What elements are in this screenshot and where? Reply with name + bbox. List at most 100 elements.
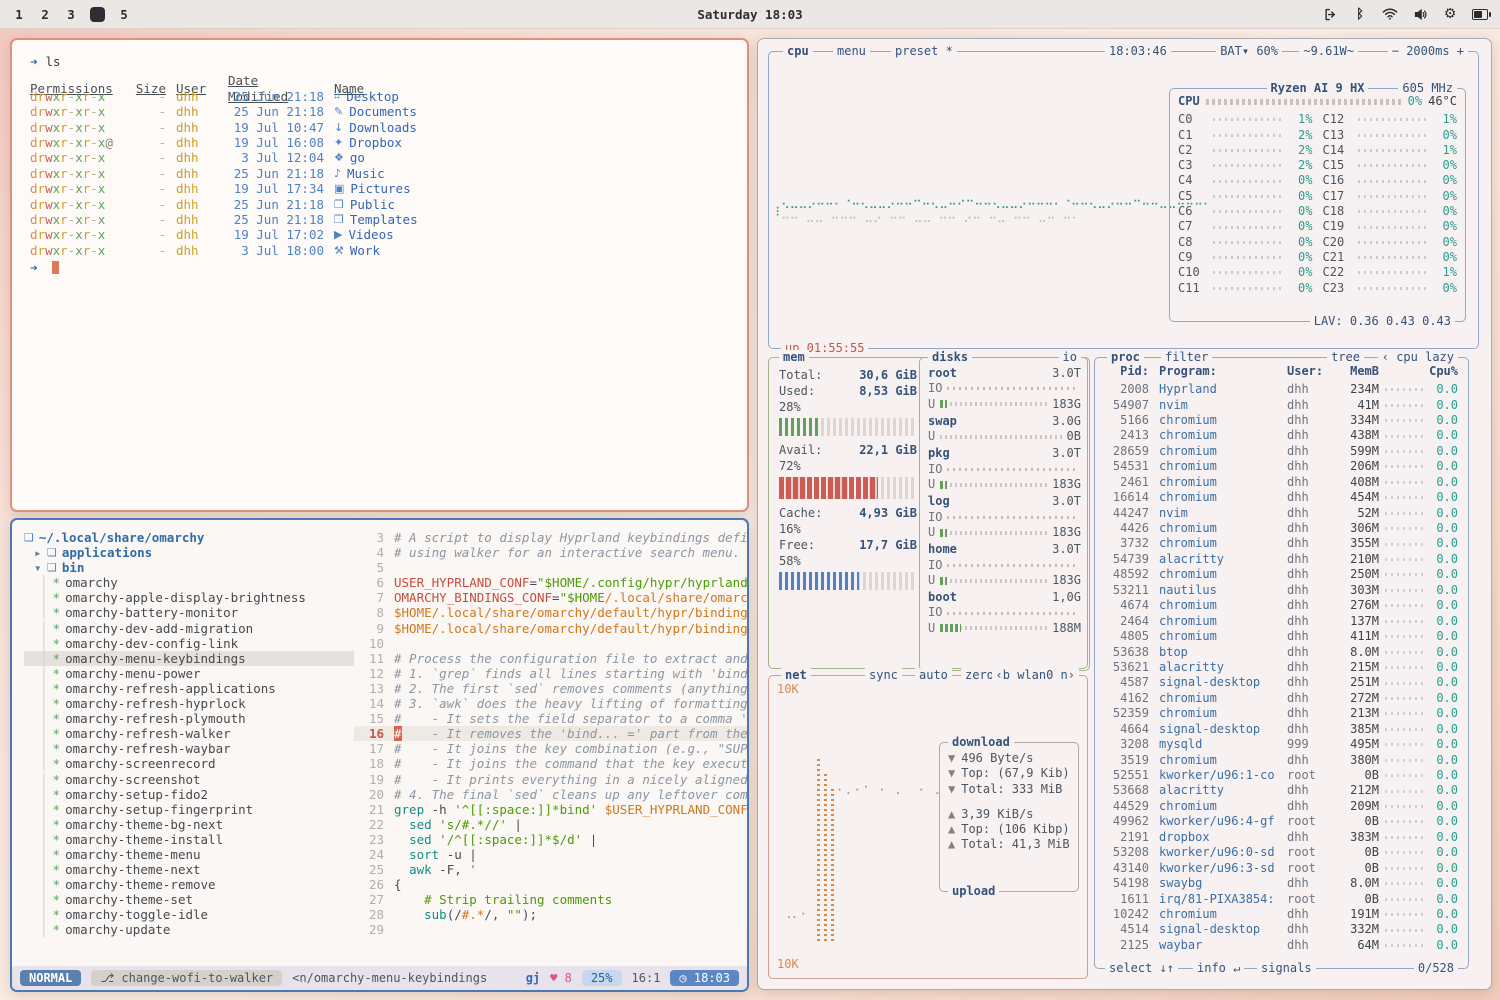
process-row[interactable]: 53668 alacritty dhh 212M 0.0 bbox=[1105, 783, 1458, 798]
tree-file[interactable]: │*omarchy-refresh-hyprlock bbox=[24, 696, 354, 711]
tab-proc[interactable]: proc bbox=[1107, 350, 1144, 365]
process-row[interactable]: 53208 kworker/u96:0-sd root 0B 0.0 bbox=[1105, 845, 1458, 860]
process-row[interactable]: 52551 kworker/u96:1-co root 0B 0.0 bbox=[1105, 768, 1458, 783]
col-pid[interactable]: Pid: bbox=[1105, 364, 1149, 379]
editor-window[interactable]: ❏~/.local/share/omarchy▸❏applications▾❏b… bbox=[10, 518, 749, 992]
new-prompt-line[interactable]: ➜ bbox=[30, 260, 729, 275]
tree-root[interactable]: ❏~/.local/share/omarchy bbox=[24, 530, 354, 545]
process-row[interactable]: 2464 chromium dhh 137M 0.0 bbox=[1105, 614, 1458, 629]
col-proc-user[interactable]: User: bbox=[1287, 364, 1335, 379]
workspace-1[interactable]: 1 bbox=[12, 7, 26, 22]
tree-file[interactable]: │*omarchy-theme-bg-next bbox=[24, 817, 354, 832]
process-row[interactable]: 4805 chromium dhh 411M 0.0 bbox=[1105, 629, 1458, 644]
process-row[interactable]: 44247 nvim dhh 52M 0.0 bbox=[1105, 506, 1458, 521]
process-row[interactable]: 54907 nvim dhh 41M 0.0 bbox=[1105, 397, 1458, 412]
process-row[interactable]: 54739 alacritty dhh 210M 0.0 bbox=[1105, 552, 1458, 567]
tree-file[interactable]: │*omarchy-apple-display-brightness bbox=[24, 590, 354, 605]
footer-signals[interactable]: signals bbox=[1257, 961, 1316, 976]
process-row[interactable]: 2461 chromium dhh 408M 0.0 bbox=[1105, 475, 1458, 490]
tree-folder[interactable]: ▾❏bin bbox=[24, 560, 354, 575]
tree-file[interactable]: │*omarchy-refresh-walker bbox=[24, 726, 354, 741]
file-videos[interactable]: ▶Videos bbox=[334, 227, 729, 242]
workspace-2[interactable]: 2 bbox=[38, 7, 52, 22]
battery-icon[interactable] bbox=[1472, 6, 1488, 22]
process-row[interactable]: 4587 signal-desktop dhh 251M 0.0 bbox=[1105, 675, 1458, 690]
file-desktop[interactable]: ⌗Desktop bbox=[334, 89, 729, 104]
process-row[interactable]: 53638 btop dhh 8.0M 0.0 bbox=[1105, 644, 1458, 659]
tree-file[interactable]: │*omarchy-refresh-waybar bbox=[24, 741, 354, 756]
tab-filter[interactable]: filter bbox=[1161, 350, 1212, 365]
tree-file[interactable]: │*omarchy-refresh-applications bbox=[24, 681, 354, 696]
process-row[interactable]: 4162 chromium dhh 272M 0.0 bbox=[1105, 691, 1458, 706]
file-music[interactable]: ♪Music bbox=[334, 166, 729, 181]
tree-file[interactable]: │*omarchy-theme-next bbox=[24, 862, 354, 877]
tree-file[interactable]: │*omarchy-menu-keybindings bbox=[24, 651, 354, 666]
tab-menu[interactable]: menu bbox=[833, 44, 870, 59]
tree-file[interactable]: │*omarchy-menu-power bbox=[24, 666, 354, 681]
file-pictures[interactable]: ▣Pictures bbox=[334, 181, 729, 196]
process-row[interactable]: 4514 signal-desktop dhh 332M 0.0 bbox=[1105, 922, 1458, 937]
file-public[interactable]: ❒Public bbox=[334, 197, 729, 212]
file-documents[interactable]: ✎Documents bbox=[334, 104, 729, 119]
tree-file[interactable]: │*omarchy-theme-set bbox=[24, 892, 354, 907]
terminal-window[interactable]: ➜ ls Permissions Size User Date Modified… bbox=[10, 38, 749, 512]
tab-preset[interactable]: preset * bbox=[891, 44, 957, 59]
process-row[interactable]: 52359 chromium dhh 213M 0.0 bbox=[1105, 706, 1458, 721]
tree-file[interactable]: │*omarchy-screenshot bbox=[24, 772, 354, 787]
workspace-3[interactable]: 3 bbox=[64, 7, 78, 22]
process-row[interactable]: 4664 signal-desktop dhh 385M 0.0 bbox=[1105, 722, 1458, 737]
process-row[interactable]: 43140 kworker/u96:3-sd root 0B 0.0 bbox=[1105, 861, 1458, 876]
file-downloads[interactable]: ↓Downloads bbox=[334, 120, 729, 135]
logout-icon[interactable] bbox=[1322, 6, 1338, 22]
process-row[interactable]: 3519 chromium dhh 380M 0.0 bbox=[1105, 753, 1458, 768]
tab-cpu-lazy[interactable]: ‹ cpu lazy bbox=[1378, 350, 1458, 365]
tree-file[interactable]: │*omarchy-theme-remove bbox=[24, 877, 354, 892]
process-row[interactable]: 16614 chromium dhh 454M 0.0 bbox=[1105, 490, 1458, 505]
tree-file[interactable]: │*omarchy-screenrecord bbox=[24, 756, 354, 771]
tree-file[interactable]: │*omarchy-battery-monitor bbox=[24, 605, 354, 620]
process-row[interactable]: 3208 mysqld 999 495M 0.0 bbox=[1105, 737, 1458, 752]
process-row[interactable]: 4674 chromium dhh 276M 0.0 bbox=[1105, 598, 1458, 613]
process-row[interactable]: 2413 chromium dhh 438M 0.0 bbox=[1105, 428, 1458, 443]
tree-file[interactable]: │*omarchy-setup-fingerprint bbox=[24, 802, 354, 817]
tab-cpu[interactable]: cpu bbox=[783, 44, 813, 59]
tree-file[interactable]: │*omarchy-theme-menu bbox=[24, 847, 354, 862]
wifi-icon[interactable] bbox=[1382, 6, 1398, 22]
process-row[interactable]: 49962 kworker/u96:4-gf root 0B 0.0 bbox=[1105, 814, 1458, 829]
col-program[interactable]: Program: bbox=[1149, 364, 1287, 379]
tab-io[interactable]: io bbox=[1059, 350, 1081, 365]
tab-mem[interactable]: mem bbox=[779, 350, 809, 365]
footer-info[interactable]: info ↵ bbox=[1193, 961, 1244, 976]
process-row[interactable]: 48592 chromium dhh 250M 0.0 bbox=[1105, 567, 1458, 582]
process-row[interactable]: 2191 dropbox dhh 383M 0.0 bbox=[1105, 830, 1458, 845]
process-row[interactable]: 3732 chromium dhh 355M 0.0 bbox=[1105, 536, 1458, 551]
settings-icon[interactable]: ⚙ bbox=[1442, 6, 1458, 22]
col-memb[interactable]: MemB bbox=[1335, 364, 1379, 379]
process-row[interactable]: 53621 alacritty dhh 215M 0.0 bbox=[1105, 660, 1458, 675]
col-cpu-pct[interactable]: Cpu% bbox=[1429, 364, 1458, 379]
tab-net[interactable]: net bbox=[781, 668, 811, 683]
git-branch[interactable]: ⎇ change-wofi-to-walker bbox=[91, 970, 282, 986]
tab-sync[interactable]: sync bbox=[865, 668, 902, 683]
process-row[interactable]: 2125 waybar dhh 64M 0.0 bbox=[1105, 938, 1458, 953]
tree-file[interactable]: │*omarchy-toggle-idle bbox=[24, 907, 354, 922]
process-row[interactable]: 44529 chromium dhh 209M 0.0 bbox=[1105, 799, 1458, 814]
volume-icon[interactable] bbox=[1412, 6, 1428, 22]
tree-file[interactable]: │*omarchy-refresh-plymouth bbox=[24, 711, 354, 726]
code-pane[interactable]: 3# A script to display Hyprland keybindi… bbox=[354, 520, 747, 966]
tab-tree[interactable]: tree bbox=[1327, 350, 1364, 365]
tree-file[interactable]: │*omarchy bbox=[24, 575, 354, 590]
process-row[interactable]: 2008 Hyprland dhh 234M 0.0 bbox=[1105, 382, 1458, 397]
tree-file[interactable]: │*omarchy-update bbox=[24, 922, 354, 937]
system-monitor-window[interactable]: cpu menu preset * 18:03:46 BAT▾ 60% ~9.6… bbox=[757, 38, 1492, 990]
process-row[interactable]: 28659 chromium dhh 599M 0.0 bbox=[1105, 444, 1458, 459]
process-row[interactable]: 54198 swaybg dhh 8.0M 0.0 bbox=[1105, 876, 1458, 891]
file-work[interactable]: ⚒Work bbox=[334, 243, 729, 258]
bluetooth-icon[interactable]: ᛒ bbox=[1352, 6, 1368, 22]
tab-disks[interactable]: disks bbox=[928, 350, 972, 365]
process-row[interactable]: 4426 chromium dhh 306M 0.0 bbox=[1105, 521, 1458, 536]
workspace-4[interactable] bbox=[90, 7, 105, 22]
tab-auto[interactable]: auto bbox=[915, 668, 952, 683]
process-row[interactable]: 54531 chromium dhh 206M 0.0 bbox=[1105, 459, 1458, 474]
network-interface[interactable]: ‹b wlan0 n› bbox=[992, 668, 1079, 683]
